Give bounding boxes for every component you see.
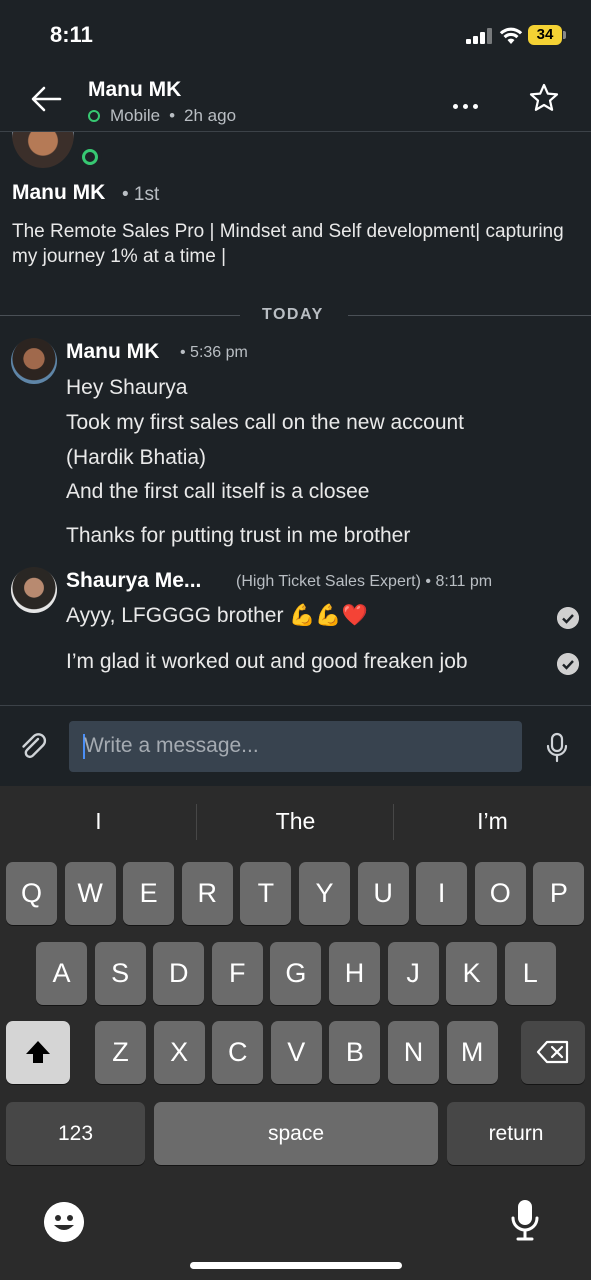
key-n[interactable]: N <box>388 1021 439 1084</box>
battery-icon: 34 <box>528 25 562 45</box>
profile-headline: The Remote Sales Pro | Mindset and Self … <box>12 221 564 267</box>
emoji-icon[interactable] <box>44 1202 84 1242</box>
status-time: 2h ago <box>184 106 237 125</box>
space-key[interactable]: space <box>154 1102 438 1165</box>
profile-online-indicator <box>78 145 102 169</box>
shift-icon <box>26 1041 50 1063</box>
key-p[interactable]: P <box>533 862 585 925</box>
message-timestamp: (High Ticket Sales Expert) • 8:11 pm <box>236 573 493 590</box>
status-separator: • <box>169 106 176 125</box>
message-text: And the first call itself is a closee <box>66 480 370 503</box>
back-arrow-icon[interactable] <box>28 82 64 116</box>
backspace-icon <box>536 1040 569 1064</box>
day-divider: TODAY <box>0 304 591 326</box>
key-l[interactable]: L <box>504 942 556 1005</box>
key-m[interactable]: M <box>446 1021 498 1084</box>
key-c[interactable]: C <box>212 1021 264 1084</box>
key-q[interactable]: Q <box>6 862 57 925</box>
message-text: Ayyy, LFGGGG brother 💪💪❤️ <box>66 604 368 627</box>
message-timestamp: • 5:36 pm <box>180 344 248 361</box>
key-i[interactable]: I <box>416 862 468 925</box>
suggestion-2[interactable]: The <box>197 808 394 835</box>
read-receipt-icon <box>557 653 579 675</box>
profile-name[interactable]: Manu MK <box>12 181 105 205</box>
cellular-signal-icon <box>466 28 492 44</box>
message-sender-name[interactable]: Shaurya Me... <box>66 569 201 593</box>
key-v[interactable]: V <box>270 1021 322 1084</box>
message-text: Hey Shaurya <box>66 376 188 399</box>
key-b[interactable]: B <box>329 1021 381 1084</box>
message-input[interactable]: Write a message... <box>69 721 522 772</box>
dictation-icon[interactable] <box>510 1198 540 1242</box>
key-w[interactable]: W <box>64 862 116 925</box>
contact-status: Mobile • 2h ago <box>88 106 236 126</box>
key-a[interactable]: A <box>36 942 87 1005</box>
suggestion-3[interactable]: I’m <box>394 808 591 835</box>
message-text: Thanks for putting trust in me brother <box>66 524 411 547</box>
suggestion-1[interactable]: I <box>0 808 197 835</box>
battery-tip <box>563 31 566 39</box>
key-g[interactable]: G <box>270 942 322 1005</box>
key-o[interactable]: O <box>474 862 526 925</box>
sender-avatar[interactable] <box>11 338 57 384</box>
delete-key[interactable] <box>521 1021 585 1084</box>
message-sender-name[interactable]: Manu MK <box>66 340 159 364</box>
message-text: (Hardik Bhatia) <box>66 446 207 469</box>
message-text: Took my first sales call on the new acco… <box>66 411 465 434</box>
return-key[interactable]: return <box>447 1102 585 1165</box>
key-f[interactable]: F <box>211 942 263 1005</box>
key-h[interactable]: H <box>329 942 380 1005</box>
message-composer: Write a message... <box>0 705 591 786</box>
status-bar: 8:11 34 <box>0 0 591 66</box>
key-r[interactable]: R <box>181 862 233 925</box>
read-receipt-icon <box>557 607 579 629</box>
contact-name[interactable]: Manu MK <box>88 78 181 102</box>
key-k[interactable]: K <box>446 942 498 1005</box>
microphone-icon[interactable] <box>546 732 568 764</box>
home-indicator[interactable] <box>190 1262 402 1269</box>
shift-key[interactable] <box>6 1021 70 1084</box>
status-time: 8:11 <box>50 22 93 47</box>
key-t[interactable]: T <box>240 862 292 925</box>
more-options-icon[interactable] <box>453 96 483 114</box>
online-status-icon <box>88 110 100 122</box>
status-device: Mobile <box>110 106 161 125</box>
numbers-key[interactable]: 123 <box>6 1102 145 1165</box>
connection-degree: • 1st <box>122 184 160 205</box>
key-y[interactable]: Y <box>299 862 350 925</box>
star-icon[interactable] <box>528 82 560 114</box>
message-text: I’m glad it worked out and good freaken … <box>66 650 468 673</box>
key-j[interactable]: J <box>387 942 439 1005</box>
conversation-header: Manu MK Mobile • 2h ago <box>0 66 591 132</box>
key-s[interactable]: S <box>94 942 146 1005</box>
wifi-icon <box>499 27 523 44</box>
sender-avatar[interactable] <box>11 567 57 613</box>
key-x[interactable]: X <box>153 1021 205 1084</box>
key-d[interactable]: D <box>153 942 205 1005</box>
message-input-placeholder: Write a message... <box>84 734 259 757</box>
key-u[interactable]: U <box>357 862 409 925</box>
key-e[interactable]: E <box>123 862 175 925</box>
keyboard: I The I’m QWERTYUIOP ASDFGHJKL ZXCVBNM 1… <box>0 786 591 1280</box>
day-divider-label: TODAY <box>262 306 324 323</box>
attachment-icon[interactable] <box>18 731 50 763</box>
key-z[interactable]: Z <box>95 1021 146 1084</box>
